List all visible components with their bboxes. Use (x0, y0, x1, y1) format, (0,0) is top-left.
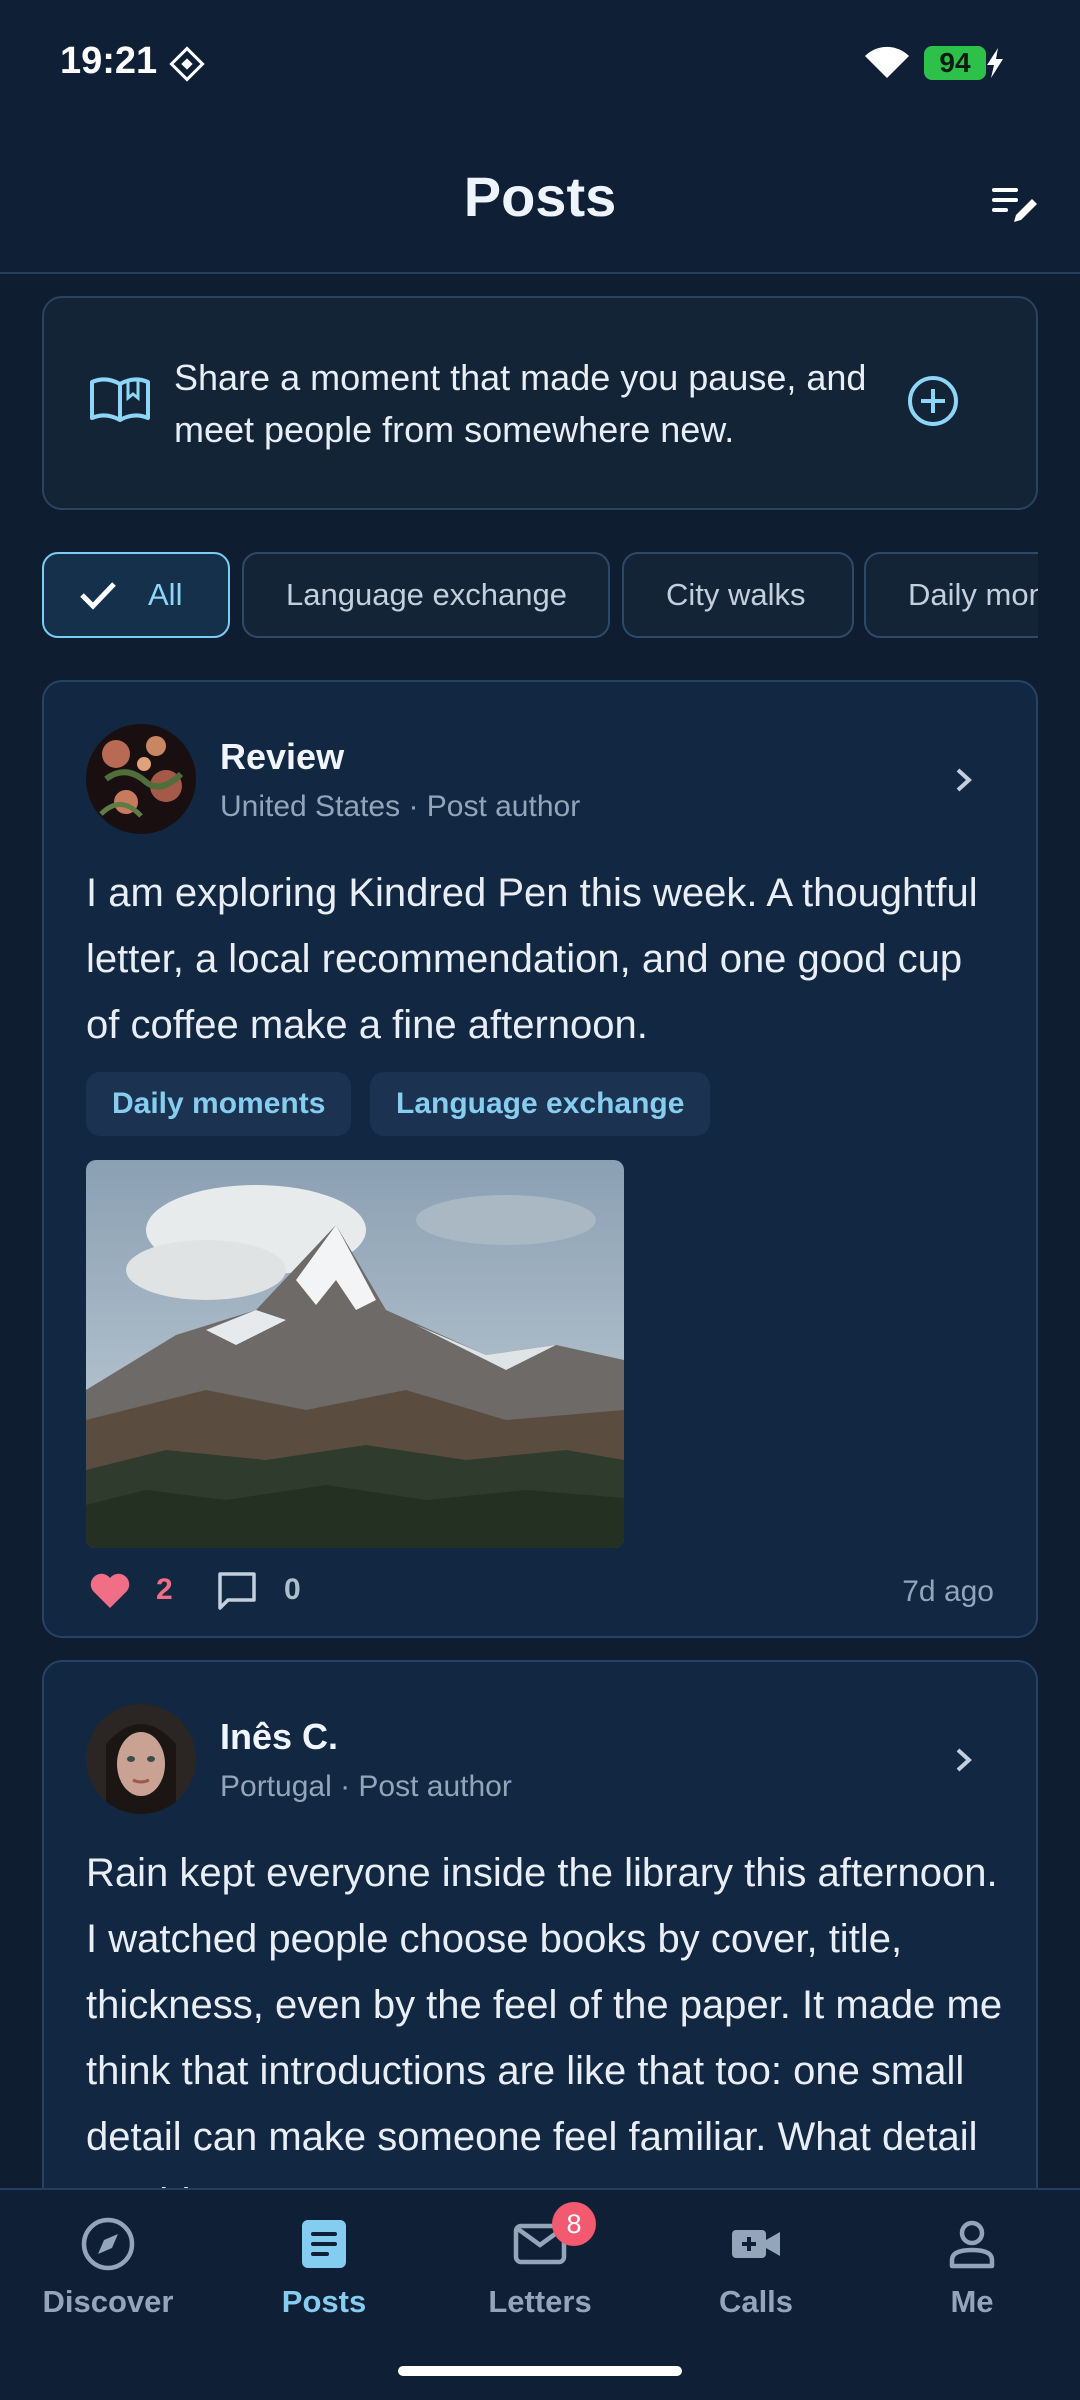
home-indicator[interactable] (398, 2366, 682, 2376)
status-time: 19:21 (60, 40, 158, 82)
battery-indicator: 94 (924, 46, 986, 80)
filter-chip-city-walks[interactable]: City walks (622, 552, 854, 638)
charging-icon (987, 48, 1003, 78)
nav-letters[interactable]: 8 Letters (440, 2202, 640, 2334)
nav-label: Discover (42, 2284, 174, 2319)
author-meta: United States · Post author (220, 790, 581, 823)
post-card[interactable]: Review United States · Post author I am … (42, 680, 1038, 1638)
filter-chip-daily-moments[interactable]: Daily moments (864, 552, 1038, 638)
filter-chip-label: City walks (666, 577, 806, 612)
comment-icon[interactable] (216, 1570, 258, 1610)
nav-label: Letters (488, 2284, 592, 2319)
post-photo-mountain[interactable] (86, 1160, 624, 1548)
avatar (86, 1704, 196, 1814)
chevron-right-icon[interactable] (948, 758, 978, 802)
check-icon (80, 582, 116, 610)
nav-label: Posts (281, 2284, 367, 2319)
wifi-icon (865, 46, 909, 78)
video-call-icon (732, 2230, 780, 2258)
unread-letters-badge: 8 (552, 2202, 596, 2246)
author-name[interactable]: Inês C. (220, 1716, 338, 1758)
post-text: Rain kept everyone inside the library th… (86, 1851, 1003, 2225)
avatar (86, 724, 196, 834)
posts-icon (302, 2220, 346, 2268)
compose-post-icon[interactable] (990, 182, 1042, 230)
banner-text: Share a moment that made you pause, and … (174, 357, 867, 450)
nav-me[interactable]: Me (872, 2214, 1072, 2334)
app-notification-icon (169, 46, 205, 82)
open-book-icon (90, 377, 150, 422)
share-moment-banner[interactable]: Share a moment that made you pause, and … (42, 296, 1038, 510)
add-post-icon[interactable] (906, 374, 960, 428)
status-bar: 19:21 94 (0, 0, 1080, 120)
post-tag[interactable]: Language exchange (370, 1072, 711, 1136)
filter-chip-label: Language exchange (286, 577, 567, 612)
filter-chip-all[interactable]: All (42, 552, 230, 638)
author-name[interactable]: Review (220, 736, 344, 778)
heart-icon[interactable] (88, 1570, 132, 1610)
nav-discover[interactable]: Discover (8, 2214, 208, 2334)
page-title: Posts (463, 165, 617, 228)
post-text: I am exploring Kindred Pen this week. A … (86, 871, 978, 1047)
nav-label: Calls (718, 2284, 794, 2319)
nav-calls[interactable]: Calls (656, 2214, 856, 2334)
filter-chip-label: All (148, 577, 183, 612)
filter-chip-label: Daily moments (908, 577, 1038, 612)
post-timestamp: 7d ago (902, 1575, 994, 1608)
app-bar: Posts (0, 120, 1080, 274)
nav-posts[interactable]: Posts (224, 2214, 424, 2334)
compass-icon (81, 2217, 135, 2271)
chevron-right-icon[interactable] (948, 1738, 978, 1782)
person-icon (949, 2220, 995, 2269)
author-meta: Portugal · Post author (220, 1770, 512, 1803)
post-tag[interactable]: Daily moments (86, 1072, 352, 1136)
nav-label: Me (950, 2284, 994, 2319)
like-count: 2 (156, 1573, 173, 1606)
filter-chips: All Language exchange City walks Daily m… (42, 550, 1038, 640)
filter-chip-language-exchange[interactable]: Language exchange (242, 552, 610, 638)
comment-count: 0 (284, 1573, 301, 1606)
